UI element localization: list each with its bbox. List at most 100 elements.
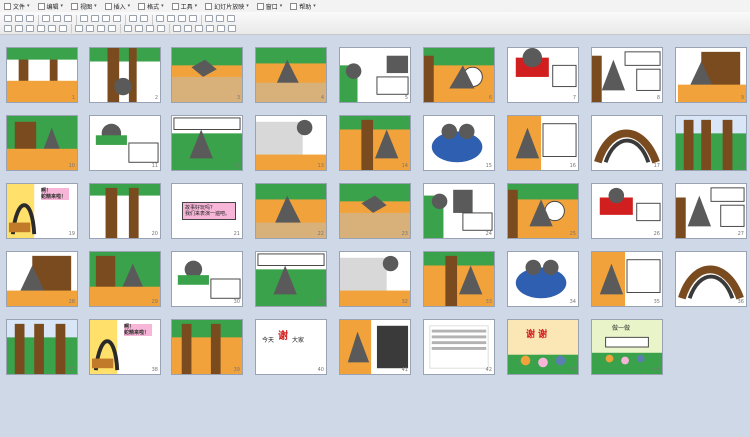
- italic-icon[interactable]: [37, 25, 45, 32]
- menu-edit[interactable]: 编辑 ▾: [34, 0, 68, 12]
- slide-thumbnail-33[interactable]: 33: [423, 251, 495, 307]
- slide-art: [676, 184, 746, 238]
- slide-thumbnail-31[interactable]: 31: [255, 251, 327, 307]
- size-box-icon[interactable]: [15, 25, 23, 32]
- slide-thumbnail-6[interactable]: 6: [423, 47, 495, 103]
- more-icon[interactable]: [228, 25, 236, 32]
- color-icon[interactable]: [216, 15, 224, 22]
- slide-thumbnail-23[interactable]: 23: [339, 183, 411, 239]
- new-icon[interactable]: [4, 15, 12, 22]
- slide-thumbnail-22[interactable]: 22: [255, 183, 327, 239]
- slide-thumbnail-8[interactable]: 8: [591, 47, 663, 103]
- thank-you-title: 谢 谢: [526, 330, 548, 340]
- justify-icon[interactable]: [108, 25, 116, 32]
- slide-thumbnail-9[interactable]: 9: [675, 47, 747, 103]
- slide-thumbnail-29[interactable]: 29: [89, 251, 161, 307]
- slide-thumbnail-42[interactable]: 42: [423, 319, 495, 375]
- save-icon[interactable]: [26, 15, 34, 22]
- font-box-icon[interactable]: [4, 25, 12, 32]
- slide-thumbnail-20[interactable]: 20: [89, 183, 161, 239]
- bold-icon[interactable]: [26, 25, 34, 32]
- slide-thumbnail-15[interactable]: 15: [423, 115, 495, 171]
- decrease-font-icon[interactable]: [157, 25, 165, 32]
- slide-thumbnail-25[interactable]: 25: [507, 183, 579, 239]
- menu-insert[interactable]: 插入 ▾: [101, 0, 135, 12]
- bullets-icon[interactable]: [124, 25, 132, 32]
- insert-chart-icon[interactable]: [156, 15, 164, 22]
- align-left-icon[interactable]: [75, 25, 83, 32]
- slide-thumbnail-37[interactable]: 37: [6, 319, 78, 375]
- slide-thumbnail-18[interactable]: 18: [675, 115, 747, 171]
- print-icon[interactable]: [42, 15, 50, 22]
- slide-art: [90, 252, 160, 306]
- slide-thumbnail-19[interactable]: 啊！ 蛇精来啦！ 19: [6, 183, 78, 239]
- format-painter-icon[interactable]: [113, 15, 121, 22]
- slide-thumbnail-1[interactable]: 1: [6, 47, 78, 103]
- help-button-icon[interactable]: [227, 15, 235, 22]
- menu-tools[interactable]: 工具 ▾: [168, 0, 202, 12]
- slide-thumbnail-16[interactable]: 16: [507, 115, 579, 171]
- slide-thumbnail-27[interactable]: 27: [675, 183, 747, 239]
- insert-picture-icon[interactable]: [178, 15, 186, 22]
- menu-window[interactable]: 窗口 ▾: [253, 0, 287, 12]
- underline-icon[interactable]: [48, 25, 56, 32]
- slide-thumbnail-11[interactable]: 11: [89, 115, 161, 171]
- insert-textbox-icon[interactable]: [189, 15, 197, 22]
- menu-help[interactable]: 帮助 ▾: [286, 0, 320, 12]
- preview-icon[interactable]: [53, 15, 61, 22]
- slide-art: [256, 252, 326, 306]
- design-icon[interactable]: [173, 25, 181, 32]
- slide-thumbnail-28[interactable]: 28: [6, 251, 78, 307]
- slide-thumbnail-3[interactable]: 3: [171, 47, 243, 103]
- slide-thumbnail-21[interactable]: 故事好玩吗？ 我们来表演一遍吧。 21: [171, 183, 243, 239]
- slide-thumbnail-24[interactable]: 24: [423, 183, 495, 239]
- numbering-icon[interactable]: [135, 25, 143, 32]
- undo-icon[interactable]: [129, 15, 137, 22]
- slide-art: [172, 116, 242, 170]
- menu-file[interactable]: 文件 ▾: [0, 0, 34, 12]
- cut-icon[interactable]: [80, 15, 88, 22]
- slide-thumbnail-39[interactable]: 39: [171, 319, 243, 375]
- slide-art: [7, 48, 77, 102]
- slide-thumbnail-41[interactable]: 41: [339, 319, 411, 375]
- slide-thumbnail-35[interactable]: 35: [591, 251, 663, 307]
- slide-thumbnail-14[interactable]: 14: [339, 115, 411, 171]
- slide-thumbnail-38[interactable]: 啊！ 蛇精来啦！ 38: [89, 319, 161, 375]
- font-color-icon[interactable]: [195, 25, 203, 32]
- slide-thumbnail-2[interactable]: 2: [89, 47, 161, 103]
- slide-thumbnail-44[interactable]: 做一做 44: [591, 319, 663, 375]
- slide-thumbnail-13[interactable]: 13: [255, 115, 327, 171]
- transition-icon[interactable]: [206, 25, 214, 32]
- zoom-icon[interactable]: [205, 15, 213, 22]
- spellcheck-icon[interactable]: [64, 15, 72, 22]
- paste-icon[interactable]: [102, 15, 110, 22]
- slide-thumbnail-43[interactable]: 谢 谢 43: [507, 319, 579, 375]
- increase-font-icon[interactable]: [146, 25, 154, 32]
- slide-thumbnail-17[interactable]: 17: [591, 115, 663, 171]
- slide-thumbnail-36[interactable]: 36: [675, 251, 747, 307]
- slide-thumbnail-30[interactable]: 30: [171, 251, 243, 307]
- align-center-icon[interactable]: [86, 25, 94, 32]
- new-slide-icon[interactable]: [184, 25, 192, 32]
- redo-icon[interactable]: [140, 15, 148, 22]
- slide-thumbnail-5[interactable]: 5: [339, 47, 411, 103]
- copy-icon[interactable]: [91, 15, 99, 22]
- menu-view[interactable]: 视图 ▾: [67, 0, 101, 12]
- open-icon[interactable]: [15, 15, 23, 22]
- slide-thumbnail-40[interactable]: 今天 谢 大家 40: [255, 319, 327, 375]
- menu-slideshow[interactable]: 幻灯片放映 ▾: [201, 0, 253, 12]
- slide-thumbnail-26[interactable]: 26: [591, 183, 663, 239]
- slide-thumbnail-34[interactable]: 34: [507, 251, 579, 307]
- slide-layout-icon[interactable]: [217, 25, 225, 32]
- menu-format[interactable]: 格式 ▾: [134, 0, 168, 12]
- slide-thumbnail-7[interactable]: 7: [507, 47, 579, 103]
- slide-thumbnail-4[interactable]: 4: [255, 47, 327, 103]
- slide-thumbnail-10[interactable]: 10: [6, 115, 78, 171]
- align-right-icon[interactable]: [97, 25, 105, 32]
- slide-thumbnail-12[interactable]: 12: [171, 115, 243, 171]
- slide-thumbnail-32[interactable]: 32: [339, 251, 411, 307]
- chevron-down-icon: ▾: [279, 3, 283, 9]
- insert-table-icon[interactable]: [167, 15, 175, 22]
- shadow-icon[interactable]: [59, 25, 67, 32]
- slide-art: [172, 320, 242, 374]
